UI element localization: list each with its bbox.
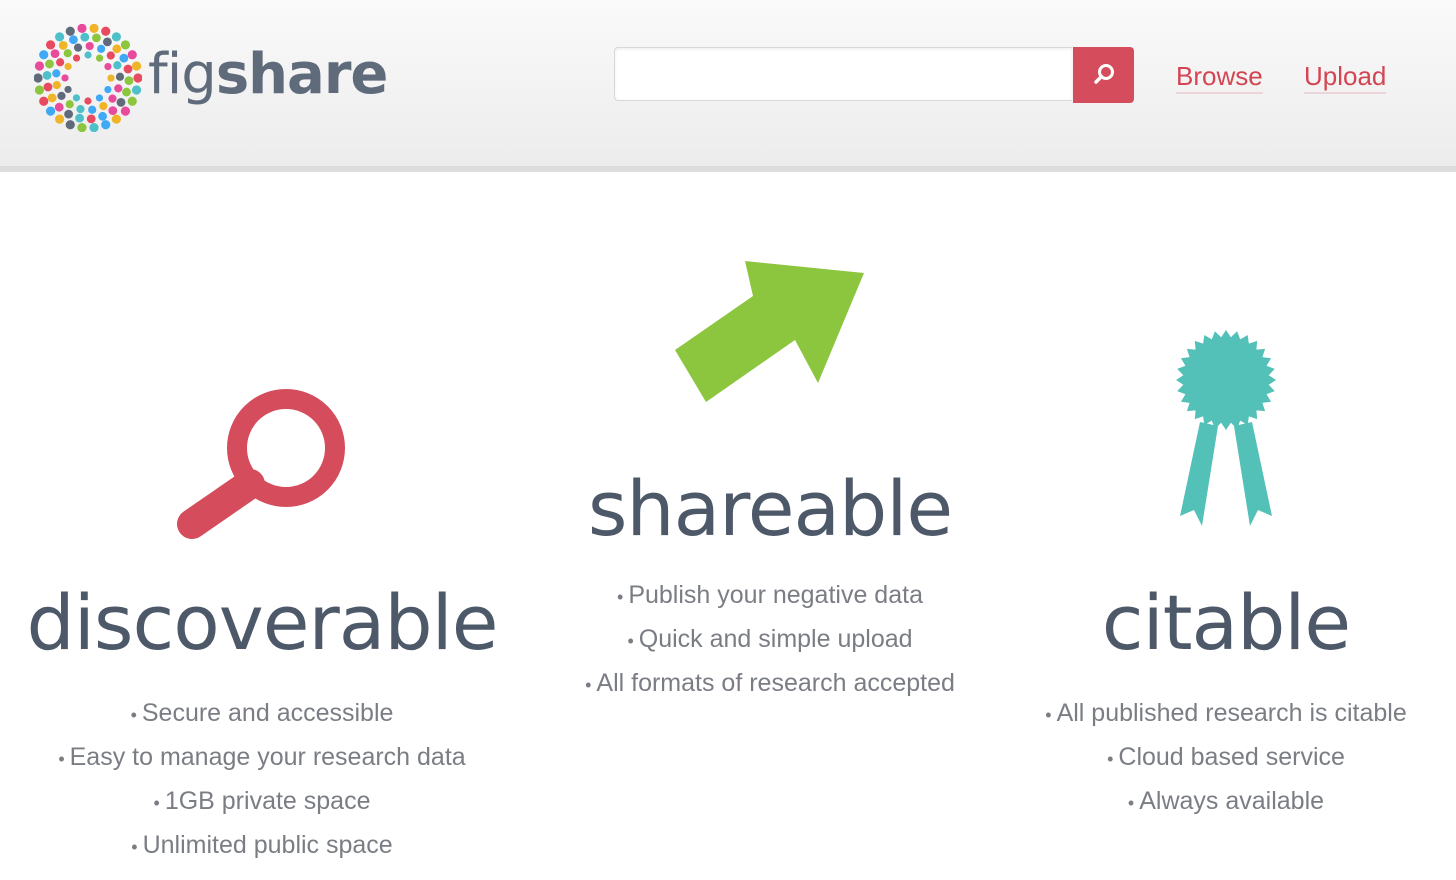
- feature-bullet: All published research is citable: [1020, 692, 1432, 736]
- feature-bullet: Publish your negative data: [540, 574, 1000, 618]
- figshare-logo-icon[interactable]: [34, 24, 142, 132]
- search-icon: [1093, 64, 1114, 84]
- feature-bullet: 1GB private space: [24, 780, 500, 824]
- feature-bullet: Quick and simple upload: [540, 618, 1000, 662]
- feature-bullet: Unlimited public space: [24, 824, 500, 868]
- header-divider: [0, 166, 1456, 172]
- feature-heading-citable: citable: [1101, 578, 1351, 667]
- arrow-icon: [675, 261, 864, 402]
- feature-list-citable: All published research is citable Cloud …: [1020, 692, 1432, 824]
- site-header: figshare Browse Upload: [0, 0, 1456, 166]
- nav-upload-link[interactable]: Upload: [1304, 60, 1387, 94]
- feature-bullet: Always available: [1020, 780, 1432, 824]
- feature-bullet: Easy to manage your research data: [24, 736, 500, 780]
- feature-bullet: Cloud based service: [1020, 736, 1432, 780]
- figshare-logo-text[interactable]: figshare: [148, 40, 389, 110]
- award-ribbon-icon: [1176, 330, 1276, 526]
- search-input[interactable]: [614, 47, 1072, 101]
- logo-text-light: fig: [148, 42, 217, 107]
- feature-bullet: Secure and accessible: [24, 692, 500, 736]
- feature-list-discoverable: Secure and accessible Easy to manage you…: [24, 692, 500, 868]
- feature-list-shareable: Publish your negative data Quick and sim…: [540, 574, 1000, 706]
- feature-bullet: All formats of research accepted: [540, 662, 1000, 706]
- feature-heading-shareable: shareable: [587, 464, 953, 553]
- magnifying-glass-icon: [177, 389, 345, 539]
- search-button[interactable]: [1073, 47, 1134, 103]
- nav-browse-link[interactable]: Browse: [1176, 60, 1263, 94]
- logo-text-bold: share: [215, 42, 389, 107]
- feature-heading-discoverable: discoverable: [26, 578, 499, 667]
